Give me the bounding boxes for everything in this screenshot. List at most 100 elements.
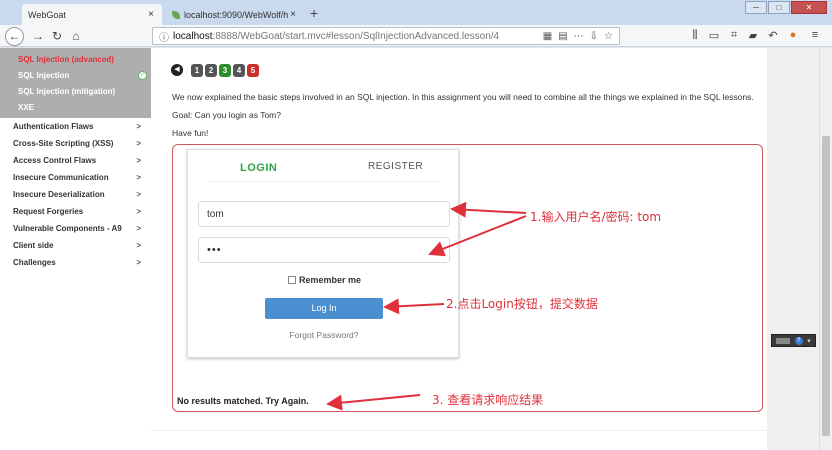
sidebar-item-label: Insecure Communication bbox=[13, 173, 109, 182]
scrollbar-thumb[interactable] bbox=[822, 136, 830, 436]
chevron-right-icon: > bbox=[136, 173, 141, 182]
annotation-step1: 1.输入用户名/密码: tom bbox=[530, 210, 662, 224]
sidebar-item-insecure-deserialization[interactable]: Insecure Deserialization > bbox=[0, 186, 151, 203]
feedback-message: No results matched. Try Again. bbox=[177, 396, 309, 406]
browser-titlebar: WebGoat × localhost:9090/WebWolf/ho × + … bbox=[0, 0, 832, 25]
sidebar-item-request-forgeries[interactable]: Request Forgeries > bbox=[0, 203, 151, 220]
chat-icon[interactable]: ▰ bbox=[746, 29, 760, 42]
chevron-right-icon: > bbox=[136, 224, 141, 233]
minimize-button[interactable]: ─ bbox=[745, 1, 767, 14]
maximize-button[interactable]: □ bbox=[768, 1, 790, 14]
sidebar-item-label: Insecure Deserialization bbox=[13, 190, 105, 199]
url-host: localhost bbox=[173, 30, 213, 42]
sidebar-item-label: Request Forgeries bbox=[13, 207, 84, 216]
sidebar-toggle-icon[interactable]: ▭ bbox=[707, 29, 721, 42]
reload-icon[interactable]: ↻ bbox=[48, 27, 66, 45]
page-button-3[interactable]: 3 bbox=[219, 63, 231, 77]
screenshot-icon[interactable]: ⌗ bbox=[727, 29, 741, 42]
tab-webgoat[interactable]: WebGoat × bbox=[22, 4, 162, 25]
sidebar-item-access-control[interactable]: Access Control Flaws > bbox=[0, 152, 151, 169]
remember-label: Remember me bbox=[299, 275, 362, 285]
tab-label: WebGoat bbox=[28, 9, 66, 20]
tab-webwolf[interactable]: localhost:9090/WebWolf/ho × bbox=[166, 4, 304, 25]
close-window-button[interactable]: ✕ bbox=[791, 1, 827, 14]
pocket-icon[interactable]: ⇩ bbox=[590, 31, 598, 42]
login-panel: LOGIN REGISTER tom ••• Remember me Log I… bbox=[187, 149, 459, 358]
lesson-fun-text: Have fun! bbox=[172, 128, 209, 138]
vertical-scrollbar[interactable] bbox=[819, 48, 832, 450]
page-button-5[interactable]: 5 bbox=[247, 63, 259, 77]
password-input[interactable]: ••• bbox=[198, 237, 450, 263]
subnav-item-xxe[interactable]: XXE bbox=[0, 100, 151, 116]
right-margin bbox=[767, 48, 819, 450]
lesson-content: ◀ 1 2 3 4 5 We now explained the basic s… bbox=[151, 48, 767, 450]
chevron-right-icon: > bbox=[136, 122, 141, 131]
sidebar-item-authentication-flaws[interactable]: Authentication Flaws > bbox=[0, 118, 151, 135]
assignment-box: LOGIN REGISTER tom ••• Remember me Log I… bbox=[172, 144, 763, 412]
previous-page-icon[interactable]: ◀ bbox=[171, 64, 183, 76]
tab-divider bbox=[208, 181, 440, 182]
lesson-page-nav: ◀ 1 2 3 4 5 bbox=[171, 62, 261, 78]
forward-arrow-icon[interactable]: → bbox=[29, 27, 47, 45]
menu-icon[interactable]: ≡ bbox=[808, 29, 822, 41]
url-bar[interactable]: ⓘ localhost :8888/WebGoat/start.mvc#less… bbox=[152, 27, 620, 45]
bookmark-star-icon[interactable]: ☆ bbox=[604, 31, 613, 42]
login-button[interactable]: Log In bbox=[265, 298, 383, 319]
chevron-right-icon: > bbox=[136, 241, 141, 250]
tab-label: localhost:9090/WebWolf/ho bbox=[184, 9, 288, 20]
lesson-sidebar: SQL Injection (advanced) SQL Injection ✓… bbox=[0, 48, 151, 450]
home-icon[interactable]: ⌂ bbox=[67, 27, 85, 45]
tab-register[interactable]: REGISTER bbox=[368, 161, 423, 172]
info-icon[interactable]: ⓘ bbox=[159, 29, 173, 44]
subnav-item-sql-injection[interactable]: SQL Injection ✓ bbox=[0, 68, 151, 84]
sidebar-item-vulnerable-components[interactable]: Vulnerable Components - A9 > bbox=[0, 220, 151, 237]
undo-icon[interactable]: ↶ bbox=[766, 29, 780, 42]
sidebar-subnav: SQL Injection (advanced) SQL Injection ✓… bbox=[0, 48, 151, 118]
sidebar-item-label: Access Control Flaws bbox=[13, 156, 97, 165]
back-arrow-icon[interactable]: ← bbox=[5, 27, 24, 46]
subnav-item-sql-injection-mitigation[interactable]: SQL Injection (mitigation) bbox=[0, 84, 151, 100]
lesson-goal-text: Goal: Can you login as Tom? bbox=[172, 110, 281, 120]
webwolf-favicon-icon bbox=[172, 10, 180, 19]
sidebar-item-label: Authentication Flaws bbox=[13, 122, 94, 131]
page-actions-icon[interactable]: ⋯ bbox=[574, 31, 584, 42]
content-divider bbox=[151, 430, 767, 431]
annotation-step3: 3. 查看请求响应结果 bbox=[432, 393, 544, 407]
chevron-down-icon[interactable]: ▾ bbox=[807, 337, 811, 345]
sidebar-item-xss[interactable]: Cross-Site Scripting (XSS) > bbox=[0, 135, 151, 152]
sidebar-item-label: Client side bbox=[13, 241, 54, 250]
page-button-2[interactable]: 2 bbox=[205, 63, 217, 77]
sidebar-item-challenges[interactable]: Challenges > bbox=[0, 254, 151, 271]
library-icon[interactable]: ⫼ bbox=[688, 29, 702, 42]
tab-login[interactable]: LOGIN bbox=[240, 162, 277, 174]
sidebar-item-label: Vulnerable Components - A9 bbox=[13, 224, 122, 233]
sidebar-item-label: Challenges bbox=[13, 258, 56, 267]
annotation-step2: 2.点击Login按钮，提交数据 bbox=[446, 297, 598, 311]
page-button-4[interactable]: 4 bbox=[233, 63, 245, 77]
chevron-right-icon: > bbox=[136, 139, 141, 148]
chevron-right-icon: > bbox=[136, 190, 141, 199]
sidebar-item-client-side[interactable]: Client side > bbox=[0, 237, 151, 254]
sidebar-item-label: Cross-Site Scripting (XSS) bbox=[13, 139, 114, 148]
tab-close-icon[interactable]: × bbox=[288, 9, 298, 20]
page-button-1[interactable]: 1 bbox=[191, 63, 203, 77]
floating-widget[interactable]: ? ▾ bbox=[771, 334, 816, 347]
lesson-intro-text: We now explained the basic steps involve… bbox=[172, 92, 754, 102]
subnav-item-label: SQL Injection bbox=[18, 71, 70, 80]
forgot-password-link[interactable]: Forgot Password? bbox=[188, 330, 460, 340]
remember-checkbox[interactable] bbox=[288, 276, 296, 284]
reader-view-icon[interactable]: ▤ bbox=[558, 31, 567, 42]
username-input[interactable]: tom bbox=[198, 201, 450, 227]
widget-bar-icon bbox=[776, 337, 791, 344]
new-tab-button[interactable]: + bbox=[306, 5, 322, 21]
remember-me[interactable]: Remember me bbox=[288, 275, 361, 285]
chevron-right-icon: > bbox=[136, 258, 141, 267]
help-icon[interactable]: ? bbox=[794, 336, 803, 345]
sidebar-item-insecure-communication[interactable]: Insecure Communication > bbox=[0, 169, 151, 186]
qr-icon[interactable]: ▦ bbox=[543, 31, 552, 42]
chevron-right-icon: > bbox=[136, 207, 141, 216]
tab-close-icon[interactable]: × bbox=[146, 9, 156, 20]
subnav-item-sql-injection-advanced[interactable]: SQL Injection (advanced) bbox=[0, 52, 151, 68]
url-path: :8888/WebGoat/start.mvc#lesson/SqlInject… bbox=[212, 30, 500, 42]
extension-icon[interactable]: ● bbox=[786, 29, 800, 41]
